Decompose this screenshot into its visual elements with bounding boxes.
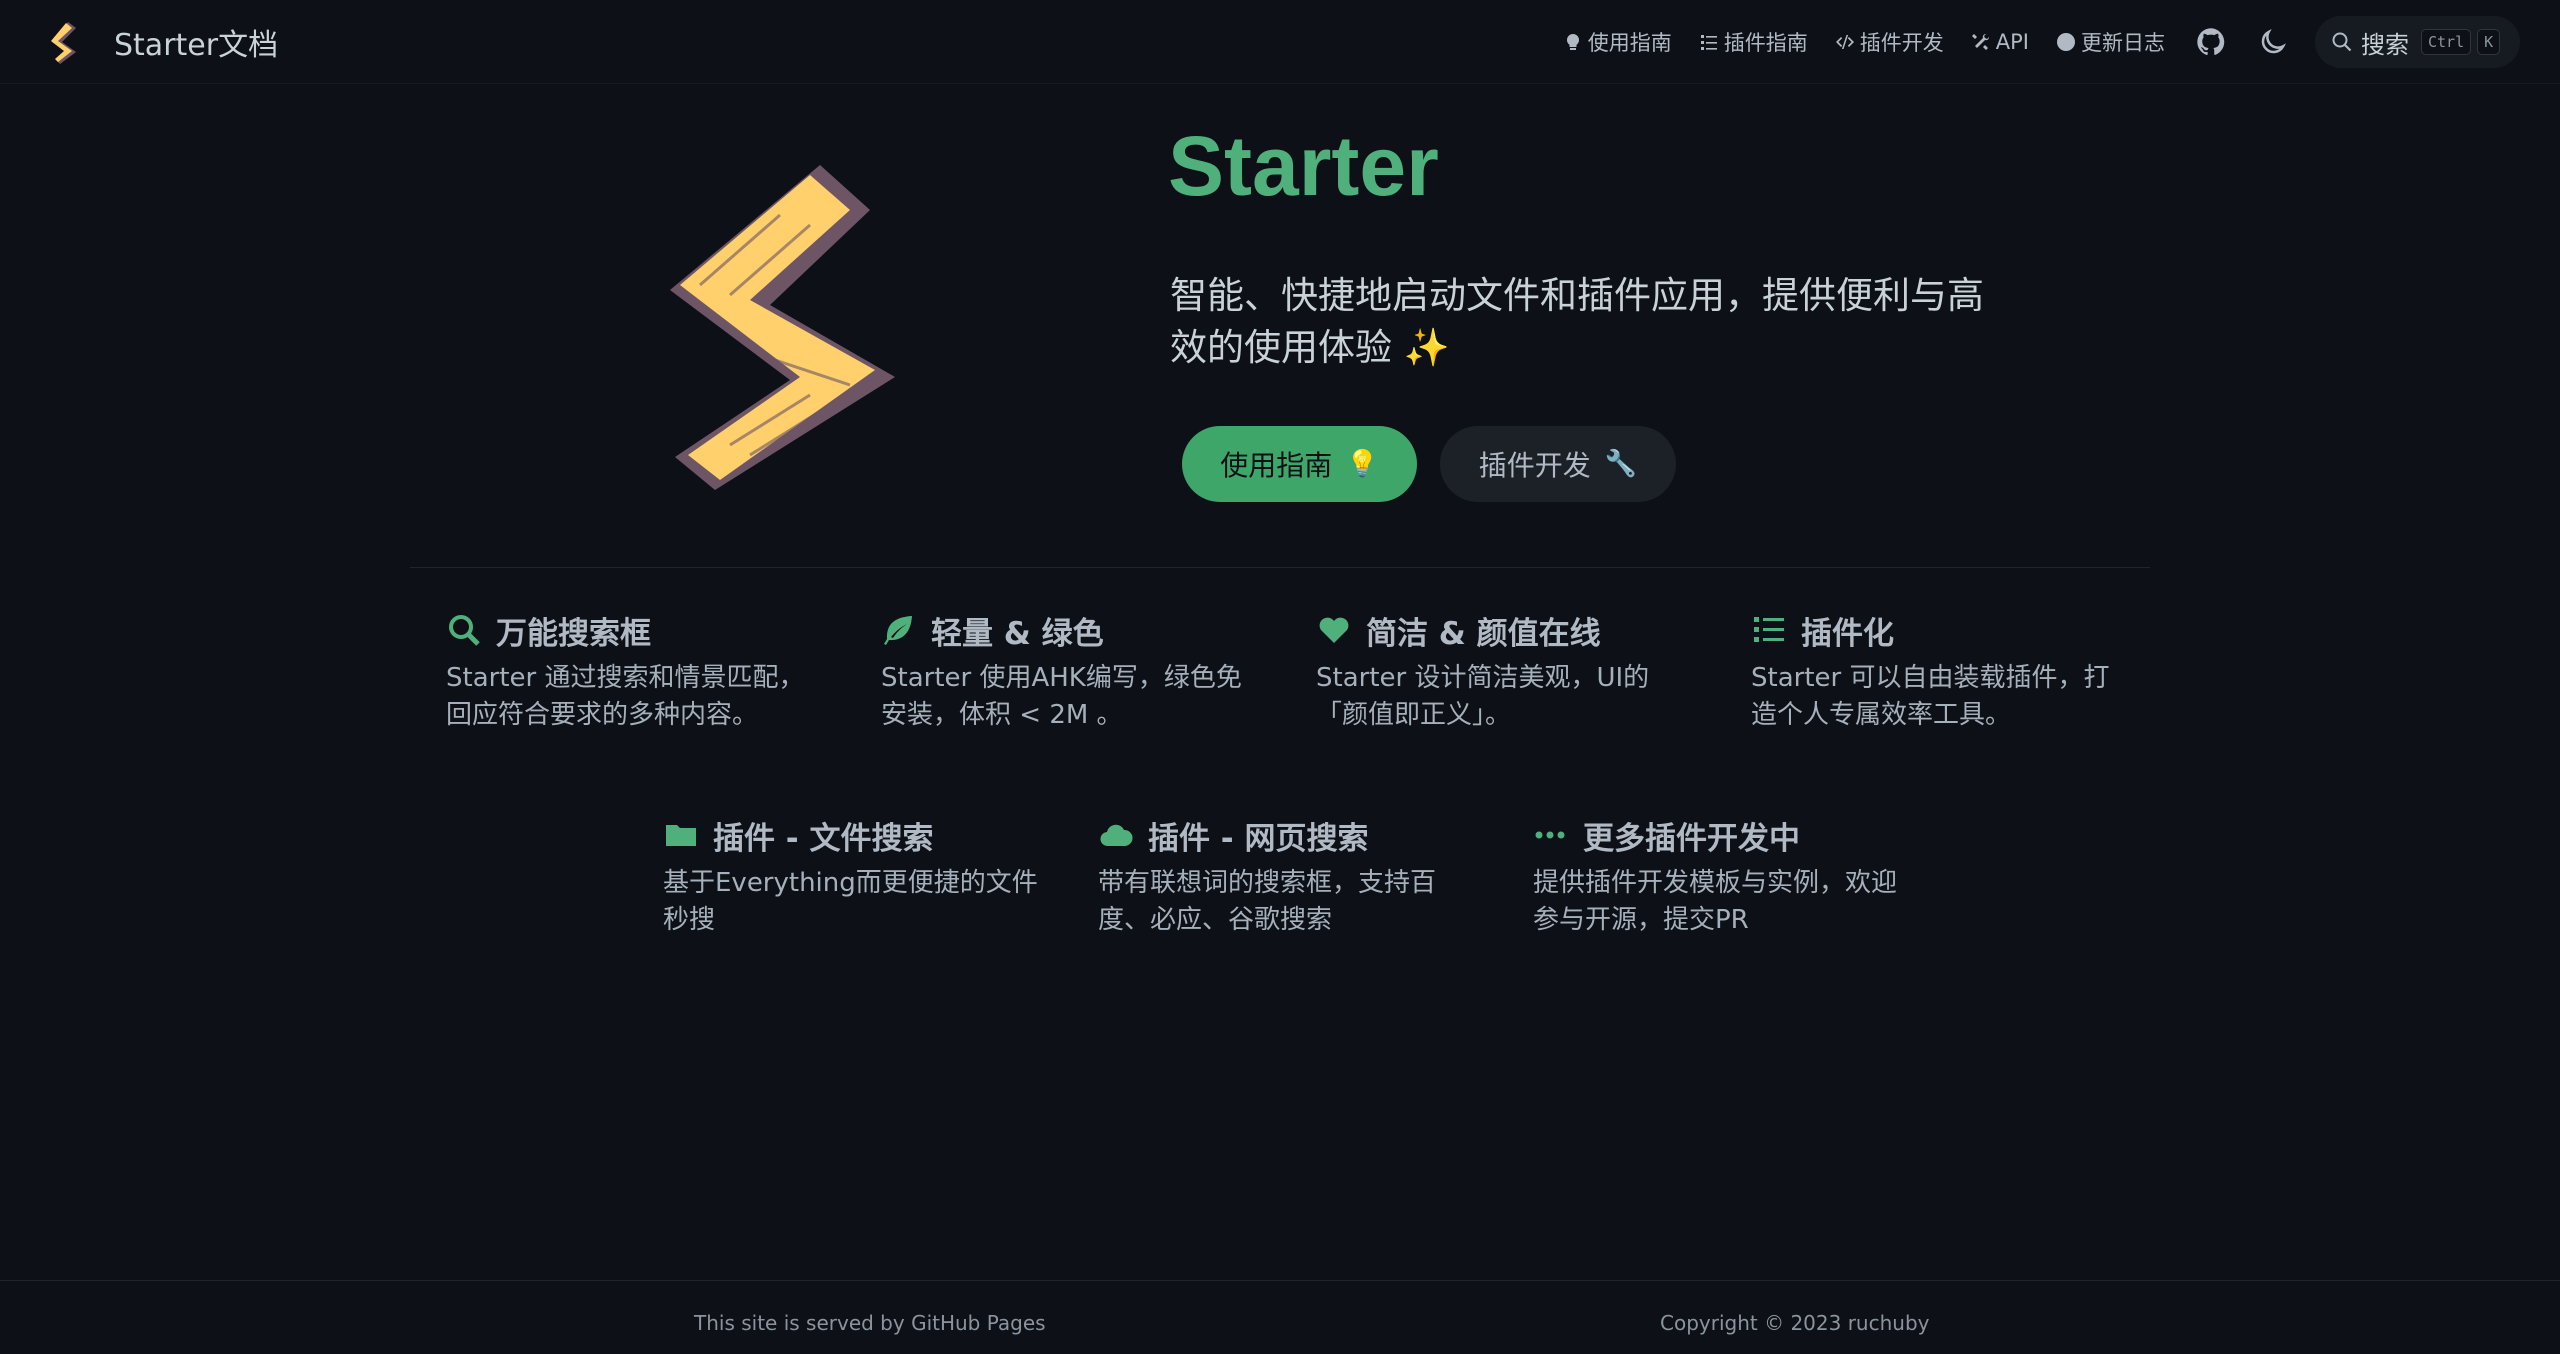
feature-card: 插件 - 网页搜索 带有联想词的搜索框，支持百度、必应、谷歌搜索 — [1098, 815, 1478, 939]
feature-desc: 基于Everything而更便捷的文件秒搜 — [663, 868, 1038, 935]
feature-title: 插件 - 网页搜索 — [1148, 820, 1369, 857]
guide-button[interactable]: 使用指南 💡 — [1182, 426, 1417, 502]
heart-icon — [1316, 612, 1352, 648]
nav-link-label: API — [1995, 30, 2029, 54]
search-icon — [446, 612, 482, 648]
brand-link[interactable]: Starter文档 — [44, 16, 278, 68]
feature-card: 轻量 & 绿色 Starter 使用AHK编写，绿色免安装，体积 < 2M 。 — [881, 610, 1261, 734]
footer-hosting-note: This site is served by GitHub Pages — [694, 1311, 1046, 1335]
theme-toggle-button[interactable] — [2253, 22, 2293, 62]
cloud-icon — [1098, 817, 1134, 853]
plugin-dev-button[interactable]: 插件开发 🔧 — [1440, 426, 1676, 502]
feature-title: 轻量 & 绿色 — [931, 615, 1104, 652]
github-link[interactable] — [2191, 22, 2231, 62]
feature-desc: Starter 通过搜索和情景匹配，回应符合要求的多种内容。 — [446, 663, 805, 730]
hero-logo-image — [670, 165, 895, 490]
feature-desc: Starter 使用AHK编写，绿色免安装，体积 < 2M 。 — [881, 663, 1242, 730]
search-button[interactable]: 搜索 Ctrl K — [2315, 16, 2520, 68]
lightbulb-icon — [1562, 31, 1584, 53]
hero-title: Starter — [1168, 119, 1439, 213]
feature-title: 万能搜索框 — [496, 615, 651, 652]
nav-link-label: 更新日志 — [2081, 31, 2165, 55]
search-label: 搜索 — [2361, 30, 2409, 59]
leaf-icon — [881, 612, 917, 648]
ellipsis-icon — [1533, 817, 1569, 853]
feature-desc: 带有联想词的搜索框，支持百度、必应、谷歌搜索 — [1098, 868, 1437, 935]
nav-link-label: 使用指南 — [1587, 31, 1672, 55]
nav-link-api[interactable]: API — [1970, 30, 2029, 54]
feature-title: 更多插件开发中 — [1583, 820, 1800, 857]
code-icon — [1834, 31, 1856, 53]
starter-logo-icon — [51, 22, 76, 64]
nav-link-label: 插件指南 — [1723, 31, 1808, 55]
nav-link-guide[interactable]: 使用指南 — [1562, 27, 1672, 57]
nav-links: 使用指南 插件指南 插件开发 API 更新日志 搜索 Ctrl K — [1562, 0, 2520, 84]
feature-card: 插件 - 文件搜索 基于Everything而更便捷的文件秒搜 — [663, 815, 1043, 939]
kbd-k: K — [2477, 29, 2501, 55]
plugin-dev-button-label: 插件开发 — [1478, 449, 1591, 482]
feature-title: 插件化 — [1801, 615, 1894, 652]
folder-icon — [663, 817, 699, 853]
nav-link-label: 插件开发 — [1859, 31, 1944, 55]
nav-link-changelog[interactable]: 更新日志 — [2055, 27, 2165, 57]
lightbulb-icon: 💡 — [1346, 449, 1379, 479]
top-navbar: Starter文档 使用指南 插件指南 插件开发 API 更新日志 搜索 Ctr… — [0, 0, 2560, 84]
guide-button-label: 使用指南 — [1220, 449, 1333, 482]
search-icon — [2332, 32, 2352, 52]
kbd-ctrl: Ctrl — [2421, 29, 2472, 55]
list-icon — [1698, 31, 1720, 53]
github-icon — [2197, 28, 2225, 56]
feature-title: 插件 - 文件搜索 — [713, 820, 934, 857]
brand-title: Starter文档 — [114, 28, 279, 63]
feature-desc: Starter 可以自由装载插件，打造个人专属效率工具。 — [1751, 663, 2110, 730]
feature-card: 万能搜索框 Starter 通过搜索和情景匹配，回应符合要求的多种内容。 — [446, 610, 826, 734]
hero-divider — [410, 567, 2150, 568]
moon-icon — [2261, 28, 2287, 54]
feature-card: 简洁 & 颜值在线 Starter 设计简洁美观，UI的「颜值即正义」。 — [1316, 610, 1696, 734]
page-footer: This site is served by GitHub Pages Copy… — [0, 1280, 2560, 1354]
wrench-icon: 🔧 — [1604, 449, 1638, 479]
feature-card: 更多插件开发中 提供插件开发模板与实例，欢迎参与开源，提交PR — [1533, 815, 1913, 939]
footer-copyright: Copyright © 2023 ruchuby — [1660, 1311, 1930, 1335]
clock-icon — [2055, 31, 2077, 53]
nav-link-plugin-guide[interactable]: 插件指南 — [1698, 27, 1808, 57]
hero-tagline: 智能、快捷地启动文件和插件应用，提供便利与高效的使用体验 ✨ — [1170, 274, 1984, 369]
feature-title: 简洁 & 颜值在线 — [1366, 615, 1601, 652]
tools-icon — [1970, 31, 1992, 53]
feature-card: 插件化 Starter 可以自由装载插件，打造个人专属效率工具。 — [1751, 610, 2131, 734]
list-icon — [1751, 612, 1787, 648]
nav-link-plugin-dev[interactable]: 插件开发 — [1834, 27, 1944, 57]
feature-desc: 提供插件开发模板与实例，欢迎参与开源，提交PR — [1533, 868, 1898, 935]
feature-desc: Starter 设计简洁美观，UI的「颜值即正义」。 — [1316, 663, 1650, 730]
